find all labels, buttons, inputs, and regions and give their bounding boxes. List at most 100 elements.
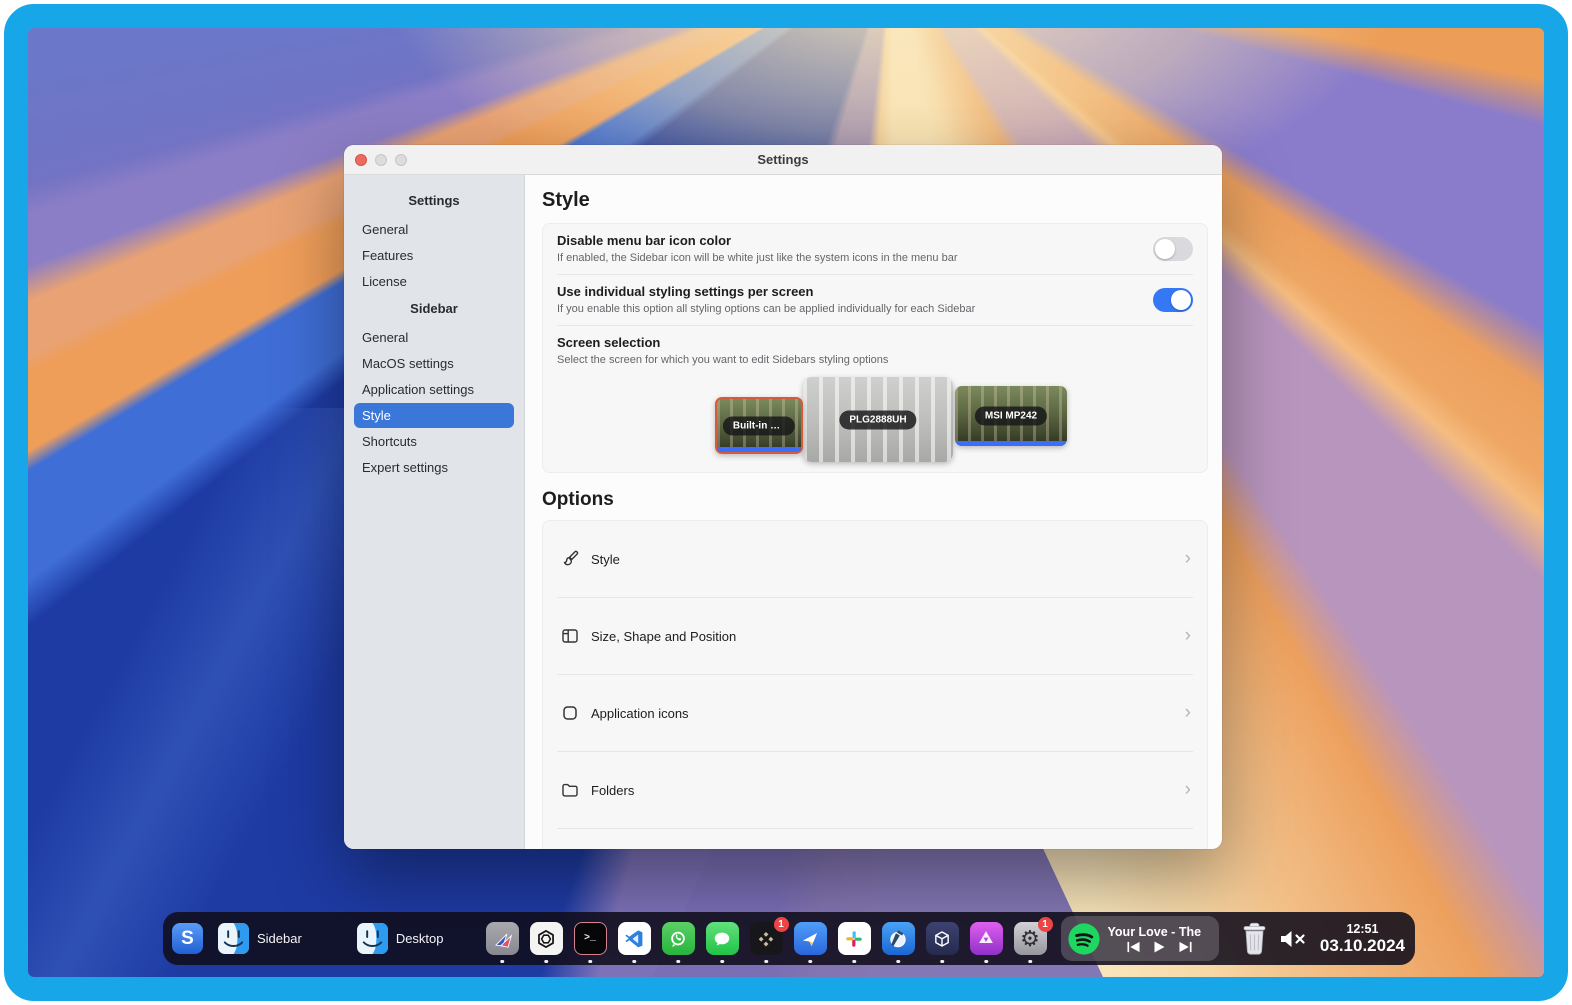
folder-icon xyxy=(559,780,580,801)
screen-label: Built-in R... xyxy=(723,416,795,435)
spotify-icon xyxy=(1067,922,1101,956)
spark-mail-icon xyxy=(794,922,827,955)
dock: S Sidebar Desktop >_ xyxy=(163,912,1415,965)
running-indicator xyxy=(676,960,680,964)
settings-content: Style Disable menu bar icon color If ena… xyxy=(525,175,1222,849)
menu-bar-icon-color-toggle[interactable] xyxy=(1153,237,1193,261)
finder-icon[interactable] xyxy=(218,923,249,954)
vscode-icon xyxy=(618,922,651,955)
screen-thumbnail-msi-mp242[interactable]: MSI MP242 xyxy=(955,386,1067,446)
sidebar-item-macos-settings[interactable]: MacOS settings xyxy=(354,351,514,376)
app-square-icon xyxy=(559,703,580,724)
window-title: Settings xyxy=(344,152,1222,167)
setting-subtitle: Select the screen for which you want to … xyxy=(557,353,1193,368)
setting-title: Screen selection xyxy=(557,334,1193,351)
chevron-right-icon: › xyxy=(1185,549,1191,568)
pinned-label-desktop[interactable]: Desktop xyxy=(396,931,444,946)
xcode-icon xyxy=(882,922,915,955)
sidebar-item-sidebar-general[interactable]: General xyxy=(354,325,514,350)
dock-app-spark[interactable] xyxy=(794,922,827,955)
running-indicator xyxy=(808,960,812,964)
chatgpt-icon xyxy=(530,922,563,955)
dock-app-whatsapp[interactable] xyxy=(662,922,695,955)
options-header: Options xyxy=(542,489,1208,511)
dock-app-vscode[interactable] xyxy=(618,922,651,955)
terminal-icon: >_ xyxy=(574,922,607,955)
option-label: Size, Shape and Position xyxy=(591,629,1185,644)
dock-app-planes[interactable] xyxy=(486,922,519,955)
sidebar-app-logo: S xyxy=(181,928,194,950)
running-indicator xyxy=(984,960,988,964)
setting-title: Disable menu bar icon color xyxy=(557,232,1139,249)
dock-app-slack[interactable] xyxy=(838,922,871,955)
option-label: Folders xyxy=(591,783,1185,798)
option-label: Style xyxy=(591,552,1185,567)
option-row-folders[interactable]: Folders › xyxy=(543,752,1207,828)
dock-app-chatgpt[interactable] xyxy=(530,922,563,955)
trash-icon[interactable] xyxy=(1241,921,1268,957)
page-title: Style xyxy=(542,189,1208,212)
running-indicator xyxy=(588,960,592,964)
dock-app-tidal[interactable]: 1 xyxy=(750,922,783,955)
sidebar-item-application-settings[interactable]: Application settings xyxy=(354,377,514,402)
screen-thumbnail-built-in[interactable]: Built-in R... xyxy=(715,397,803,454)
cube-3d-icon xyxy=(926,922,959,955)
sidebar-item-shortcuts[interactable]: Shortcuts xyxy=(354,429,514,454)
running-indicator xyxy=(544,960,548,964)
dock-app-messages[interactable] xyxy=(706,922,739,955)
screen-label: PLG2888UH xyxy=(839,410,916,429)
screen-selection-row: Built-in R... PLG2888UH MSI MP242 xyxy=(557,372,1193,464)
running-indicator xyxy=(720,960,724,964)
window-titlebar[interactable]: Settings xyxy=(344,145,1222,175)
sidebar-item-general[interactable]: General xyxy=(354,217,514,242)
option-row-size-shape-position[interactable]: Size, Shape and Position › xyxy=(543,598,1207,674)
play-icon[interactable] xyxy=(1154,941,1165,953)
affinity-photo-icon xyxy=(970,922,1003,955)
screen-thumbnail-plg2888uh[interactable]: PLG2888UH xyxy=(803,377,953,462)
chevron-right-icon: › xyxy=(1185,626,1191,645)
next-track-icon[interactable] xyxy=(1179,941,1192,953)
planes-app-icon xyxy=(486,922,519,955)
chevron-right-icon: › xyxy=(1185,780,1191,799)
running-indicator xyxy=(764,960,768,964)
previous-track-icon[interactable] xyxy=(1127,941,1140,953)
running-indicator xyxy=(852,960,856,964)
option-row-style[interactable]: Style › xyxy=(543,521,1207,597)
option-row-application-icons[interactable]: Application icons › xyxy=(543,675,1207,751)
setting-row-individual-styling: Use individual styling settings per scre… xyxy=(543,275,1207,325)
finder-icon[interactable] xyxy=(357,923,388,954)
option-row-additional-elements[interactable]: Additional elements › xyxy=(543,829,1207,849)
running-indicator xyxy=(940,960,944,964)
volume-muted-icon[interactable] xyxy=(1278,927,1308,951)
running-indicator xyxy=(896,960,900,964)
gear-glyph: ⚙ xyxy=(1020,926,1040,952)
dock-app-xcode[interactable] xyxy=(882,922,915,955)
individual-styling-toggle[interactable] xyxy=(1153,288,1193,312)
sidebar-item-expert-settings[interactable]: Expert settings xyxy=(354,455,514,480)
setting-title: Use individual styling settings per scre… xyxy=(557,283,1139,300)
dock-app-cube[interactable] xyxy=(926,922,959,955)
spotify-now-playing-widget[interactable]: Your Love - The xyxy=(1061,916,1219,961)
setting-row-screen-selection: Screen selection Select the screen for w… xyxy=(543,326,1207,472)
dock-app-affinity[interactable] xyxy=(970,922,1003,955)
sidebar-app-icon[interactable]: S xyxy=(172,923,203,954)
dock-app-system-settings[interactable]: 1 ⚙ xyxy=(1014,922,1047,955)
paintbrush-icon xyxy=(559,549,580,570)
sidebar-item-style[interactable]: Style xyxy=(354,403,514,428)
setting-row-menu-bar-icon-color: Disable menu bar icon color If enabled, … xyxy=(543,224,1207,274)
desktop: Settings Settings General Features Licen… xyxy=(28,28,1544,977)
notification-badge: 1 xyxy=(1038,917,1053,932)
sidebar-item-features[interactable]: Features xyxy=(354,243,514,268)
whatsapp-icon xyxy=(662,922,695,955)
running-indicator xyxy=(1028,960,1032,964)
clock[interactable]: 12:51 03.10.2024 xyxy=(1320,922,1405,956)
options-card: Style › Size, Shape and Position › xyxy=(542,520,1208,849)
sidebar-item-license[interactable]: License xyxy=(354,269,514,294)
dock-app-terminal[interactable]: >_ xyxy=(574,922,607,955)
style-settings-card: Disable menu bar icon color If enabled, … xyxy=(542,223,1208,473)
clock-time: 12:51 xyxy=(1320,922,1405,936)
screenshot-frame: Settings Settings General Features Licen… xyxy=(4,4,1568,1001)
sidebar-group-header: Settings xyxy=(344,187,524,216)
messages-icon xyxy=(706,922,739,955)
pinned-label-sidebar[interactable]: Sidebar xyxy=(257,931,302,946)
